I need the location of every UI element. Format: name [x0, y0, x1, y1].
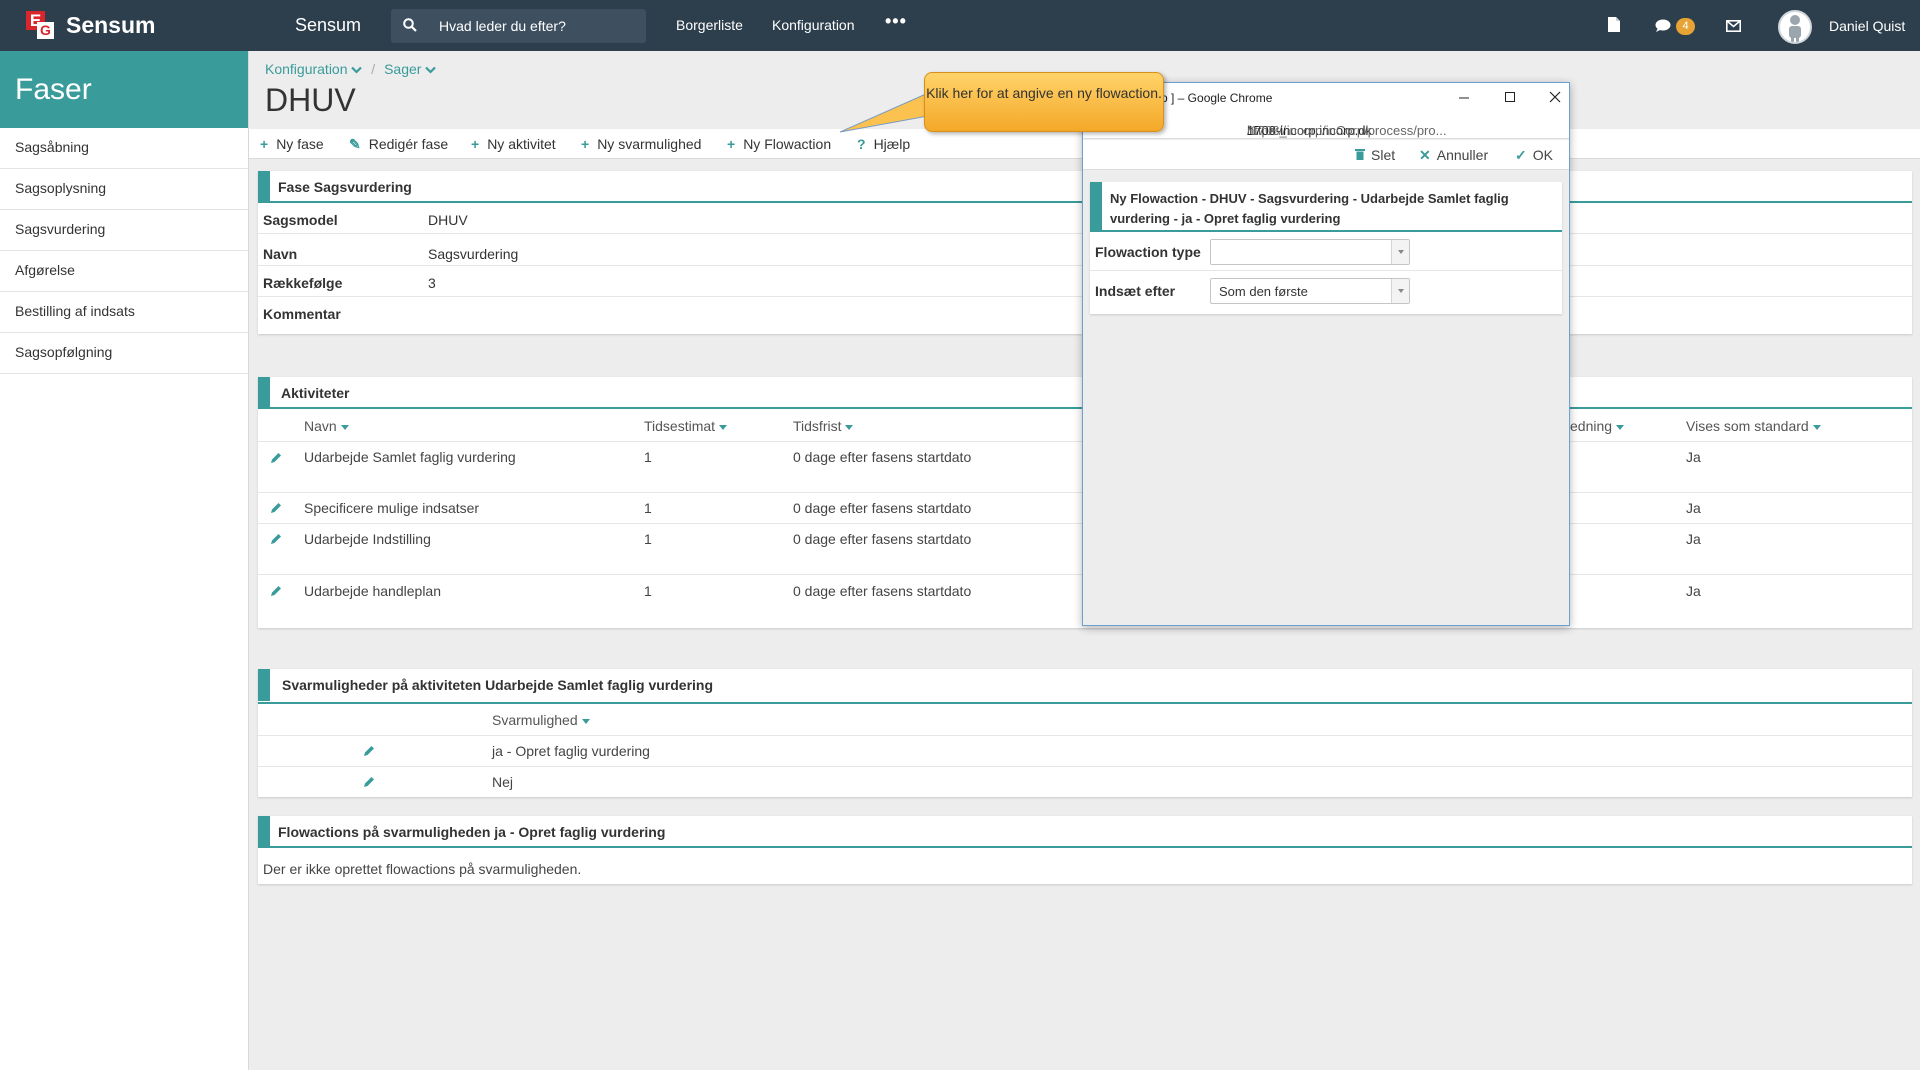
col-tidsfrist[interactable]: Tidsfrist	[793, 418, 854, 434]
plus-icon: +	[581, 136, 590, 152]
field-insert-after: Indsæt efter Som den første	[1090, 271, 1562, 310]
phase-sidebar: Faser Sagsåbning Sagsoplysning Sagsvurde…	[0, 51, 249, 1070]
empty-message: Der er ikke oprettet flowactions på svar…	[263, 861, 582, 877]
sidebar-item-sagsvurdering[interactable]: Sagsvurdering	[0, 210, 248, 251]
breadcrumb-sager[interactable]: Sager	[384, 61, 437, 77]
minimize-icon[interactable]	[1453, 87, 1475, 107]
chat-icon[interactable]	[1655, 19, 1671, 36]
cancel-button[interactable]: ✕ Annuller	[1419, 147, 1488, 164]
breadcrumb-konfiguration[interactable]: Konfiguration	[265, 61, 363, 77]
flowaction-form-title: Ny Flowaction - DHUV - Sagsvurdering - U…	[1090, 182, 1562, 232]
new-answer-button[interactable]: + Ny svarmulighed	[581, 136, 701, 152]
nav-konfiguration[interactable]: Konfiguration	[772, 17, 855, 33]
close-icon: ✕	[1419, 147, 1431, 163]
new-flowaction-button[interactable]: + Ny Flowaction	[727, 136, 831, 152]
plus-icon: +	[260, 136, 269, 152]
new-flowaction-dialog: p ] – Google Chrome https://1708-incorp.…	[1082, 82, 1570, 626]
insert-after-select[interactable]: Som den første	[1210, 278, 1410, 304]
edit-pencil-icon[interactable]	[363, 744, 375, 760]
delete-button[interactable]: Slet	[1355, 147, 1395, 163]
search-input[interactable]	[439, 9, 639, 43]
question-icon: ?	[857, 136, 866, 152]
callout-text: Klik her for at angive en ny flowaction.	[926, 85, 1162, 101]
nav-borgerliste[interactable]: Borgerliste	[676, 17, 743, 33]
maximize-icon[interactable]	[1499, 87, 1521, 107]
answers-header-row: Svarmulighed	[258, 704, 1912, 736]
close-icon[interactable]	[1544, 87, 1566, 107]
col-svarmulighed[interactable]: Svarmulighed	[492, 712, 590, 728]
sort-caret-icon	[1616, 424, 1625, 430]
app-title: Sensum	[295, 15, 362, 35]
brand-name[interactable]: Sensum	[66, 12, 155, 39]
sidebar-item-afgoerelse[interactable]: Afgørelse	[0, 251, 248, 292]
col-vises-som-standard[interactable]: Vises som standard	[1686, 418, 1821, 434]
edit-pencil-icon[interactable]	[270, 451, 282, 467]
sort-caret-icon	[719, 424, 728, 430]
mail-icon[interactable]	[1726, 19, 1741, 35]
field-flowaction-type: Flowaction type	[1090, 232, 1562, 271]
dropdown-arrow-icon	[1391, 240, 1409, 264]
new-phase-button[interactable]: + Ny fase	[260, 136, 324, 152]
flowaction-type-select[interactable]	[1210, 239, 1410, 265]
ok-button[interactable]: ✓ OK	[1515, 147, 1553, 164]
check-icon: ✓	[1515, 147, 1527, 163]
sidebar-item-sagsoplysning[interactable]: Sagsoplysning	[0, 169, 248, 210]
flowaction-form: Ny Flowaction - DHUV - Sagsvurdering - U…	[1090, 182, 1562, 314]
sort-caret-icon	[581, 718, 590, 724]
sidebar-item-sagsopfoelgning[interactable]: Sagsopfølgning	[0, 333, 248, 374]
chevron-down-icon	[425, 66, 437, 74]
dropdown-arrow-icon	[1391, 279, 1409, 303]
user-name[interactable]: Daniel Quist	[1829, 18, 1905, 34]
help-button[interactable]: ? Hjælp	[857, 136, 910, 152]
pencil-icon: ✎	[349, 136, 361, 152]
flowactions-panel: Flowactions på svarmuligheden ja - Opret…	[258, 816, 1912, 884]
edit-pencil-icon[interactable]	[270, 501, 282, 517]
sidebar-item-bestilling[interactable]: Bestilling af indsats	[0, 292, 248, 333]
flowactions-panel-title: Flowactions på svarmuligheden ja - Opret…	[258, 816, 1912, 848]
top-bar: E G Sensum Sensum Borgerliste Konfigurat…	[0, 0, 1920, 51]
new-activity-button[interactable]: + Ny aktivitet	[471, 136, 556, 152]
document-icon[interactable]	[1608, 17, 1620, 35]
dialog-actions: Slet ✕ Annuller ✓ OK	[1083, 140, 1569, 170]
more-menu-icon[interactable]: •••	[885, 11, 907, 32]
plus-icon: +	[471, 136, 480, 152]
eg-logo[interactable]: E G	[26, 11, 54, 39]
col-tidsestimat[interactable]: Tidsestimat	[644, 418, 728, 434]
page-title: DHUV	[265, 82, 356, 118]
avatar[interactable]	[1778, 10, 1812, 44]
chat-count-badge: 4	[1676, 18, 1695, 35]
table-row: Nej	[258, 767, 1912, 797]
edit-pencil-icon[interactable]	[363, 775, 375, 791]
answers-panel-title: Svarmuligheder på aktiviteten Udarbejde …	[258, 669, 1912, 704]
trash-icon	[1355, 147, 1365, 163]
edit-pencil-icon[interactable]	[270, 532, 282, 548]
table-row: ja - Opret faglig vurdering	[258, 736, 1912, 767]
col-navn[interactable]: Navn	[304, 418, 349, 434]
sort-caret-icon	[845, 424, 854, 430]
help-callout: Klik her for at angive en ny flowaction.	[924, 72, 1164, 132]
sidebar-title: Faser	[0, 51, 248, 128]
plus-icon: +	[727, 136, 736, 152]
chevron-down-icon	[351, 66, 363, 74]
dialog-window-title: p ] – Google Chrome	[1161, 91, 1273, 105]
search-icon	[403, 18, 417, 35]
col-vejledning[interactable]: edning	[1570, 418, 1625, 434]
edit-phase-button[interactable]: ✎ Redigér fase	[349, 136, 448, 153]
sidebar-item-sagsaabning[interactable]: Sagsåbning	[0, 128, 248, 169]
answers-panel: Svarmuligheder på aktiviteten Udarbejde …	[258, 669, 1912, 797]
sort-caret-icon	[1812, 424, 1821, 430]
sort-caret-icon	[340, 424, 349, 430]
search-box[interactable]	[391, 9, 646, 43]
breadcrumb: Konfiguration / Sager	[265, 61, 437, 77]
edit-pencil-icon[interactable]	[270, 584, 282, 600]
